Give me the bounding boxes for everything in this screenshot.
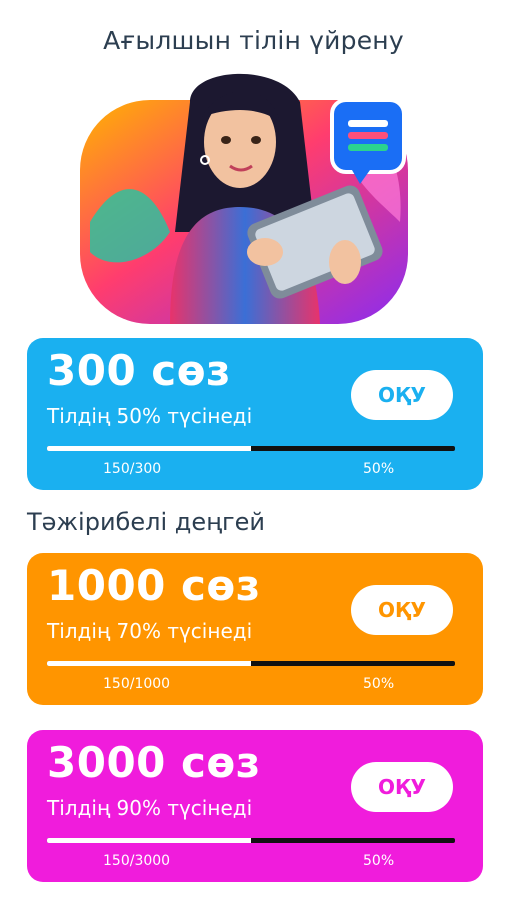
progress-bar: [47, 661, 455, 666]
read-button[interactable]: ОҚУ: [351, 585, 453, 635]
progress-fill: [47, 661, 251, 666]
card-subtitle: Тілдің 50% түсінеді: [47, 404, 253, 428]
progress-fill: [47, 446, 251, 451]
card-subtitle: Тілдің 90% түсінеді: [47, 796, 253, 820]
read-button[interactable]: ОҚУ: [351, 370, 453, 420]
progress-percent: 50%: [363, 676, 395, 692]
card-title: 300 сөз: [47, 346, 231, 395]
chat-bubble-icon: [330, 98, 406, 184]
section-title: Тәжірибелі деңгей: [27, 508, 265, 536]
card-subtitle: Тілдің 70% түсінеді: [47, 619, 253, 643]
level-card-300[interactable]: 300 сөз Тілдің 50% түсінеді ОҚУ 150/300 …: [27, 338, 483, 490]
level-card-3000[interactable]: 3000 сөз Тілдің 90% түсінеді ОҚУ 150/300…: [27, 730, 483, 882]
card-title: 3000 сөз: [47, 738, 261, 787]
read-button[interactable]: ОҚУ: [351, 762, 453, 812]
hero-illustration: [80, 73, 408, 324]
page-title: Ағылшын тілін үйрену: [103, 26, 404, 55]
progress-percent: 50%: [363, 853, 395, 869]
progress-count: 150/300: [103, 461, 162, 477]
level-card-1000[interactable]: 1000 сөз Тілдің 70% түсінеді ОҚУ 150/100…: [27, 553, 483, 705]
progress-count: 150/1000: [103, 676, 171, 692]
progress-bar: [47, 838, 455, 843]
progress-fill: [47, 838, 251, 843]
progress-percent: 50%: [363, 461, 395, 477]
card-title: 1000 сөз: [47, 561, 261, 610]
progress-count: 150/3000: [103, 853, 171, 869]
progress-bar: [47, 446, 455, 451]
